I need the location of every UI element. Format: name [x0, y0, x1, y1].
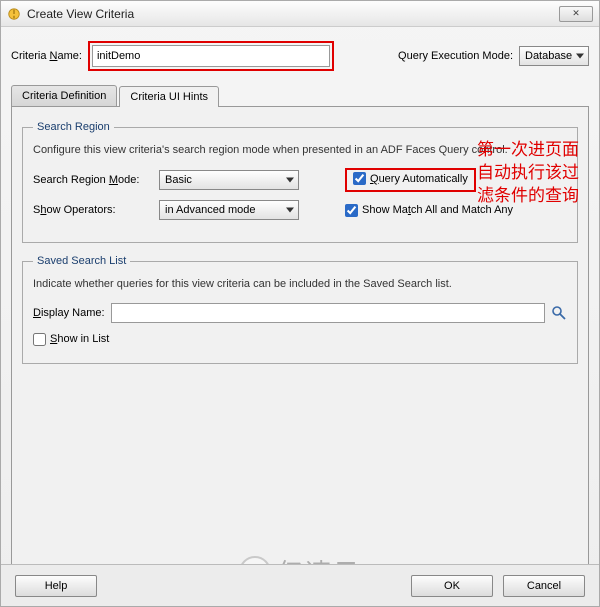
titlebar: Create View Criteria ✕ — [1, 1, 599, 27]
show-in-list-label: Show in List — [50, 333, 109, 345]
help-button[interactable]: Help — [15, 575, 97, 597]
search-region-legend: Search Region — [33, 121, 114, 133]
search-region-mode-label: Search Region Mode: — [33, 174, 151, 186]
show-operators-select[interactable]: in Advanced mode — [159, 200, 299, 220]
query-mode-select[interactable]: Database — [519, 46, 589, 66]
query-auto-checkbox[interactable]: Query Automatically — [353, 172, 468, 185]
search-region-mode-select[interactable]: Basic — [159, 170, 299, 190]
search-region-mode-value: Basic — [165, 174, 192, 186]
saved-search-legend: Saved Search List — [33, 255, 130, 267]
criteria-name-input[interactable] — [92, 45, 330, 67]
show-match-input[interactable] — [345, 204, 358, 217]
app-icon — [7, 7, 21, 21]
tab-criteria-definition[interactable]: Criteria Definition — [11, 85, 117, 106]
close-icon: ✕ — [572, 8, 580, 19]
tab-criteria-ui-hints[interactable]: Criteria UI Hints — [119, 86, 219, 107]
criteria-name-highlight — [88, 41, 334, 71]
red-annotation: 第一次进页面自动执行该过滤条件的查询 — [477, 139, 595, 208]
criteria-name-label: Criteria Name: — [11, 50, 82, 62]
cancel-button[interactable]: Cancel — [503, 575, 585, 597]
window-title: Create View Criteria — [27, 7, 559, 21]
show-in-list-input[interactable] — [33, 333, 46, 346]
query-mode-label: Query Execution Mode: — [398, 50, 513, 62]
button-bar: Help OK Cancel — [1, 564, 599, 606]
query-auto-highlight: Query Automatically — [345, 168, 476, 192]
display-name-row: Display Name: — [33, 303, 567, 323]
saved-search-desc: Indicate whether queries for this view c… — [33, 277, 567, 292]
top-row: Criteria Name: Query Execution Mode: Dat… — [11, 41, 589, 71]
show-in-list-checkbox[interactable]: Show in List — [33, 333, 109, 346]
dialog-content: Criteria Name: Query Execution Mode: Dat… — [1, 27, 599, 567]
tab-bar: Criteria Definition Criteria UI Hints — [11, 85, 589, 107]
ok-button[interactable]: OK — [411, 575, 493, 597]
display-name-label: Display Name: — [33, 307, 105, 319]
display-name-input[interactable] — [111, 303, 545, 323]
query-auto-input[interactable] — [353, 172, 366, 185]
dialog-window: Create View Criteria ✕ Criteria Name: Qu… — [0, 0, 600, 607]
show-operators-label: Show Operators: — [33, 204, 151, 216]
lookup-icon[interactable] — [551, 305, 567, 321]
query-auto-label: Query Automatically — [370, 173, 468, 185]
close-button[interactable]: ✕ — [559, 6, 593, 22]
show-operators-value: in Advanced mode — [165, 204, 256, 216]
query-mode-value: Database — [525, 50, 572, 62]
saved-search-fieldset: Saved Search List Indicate whether queri… — [22, 255, 578, 363]
